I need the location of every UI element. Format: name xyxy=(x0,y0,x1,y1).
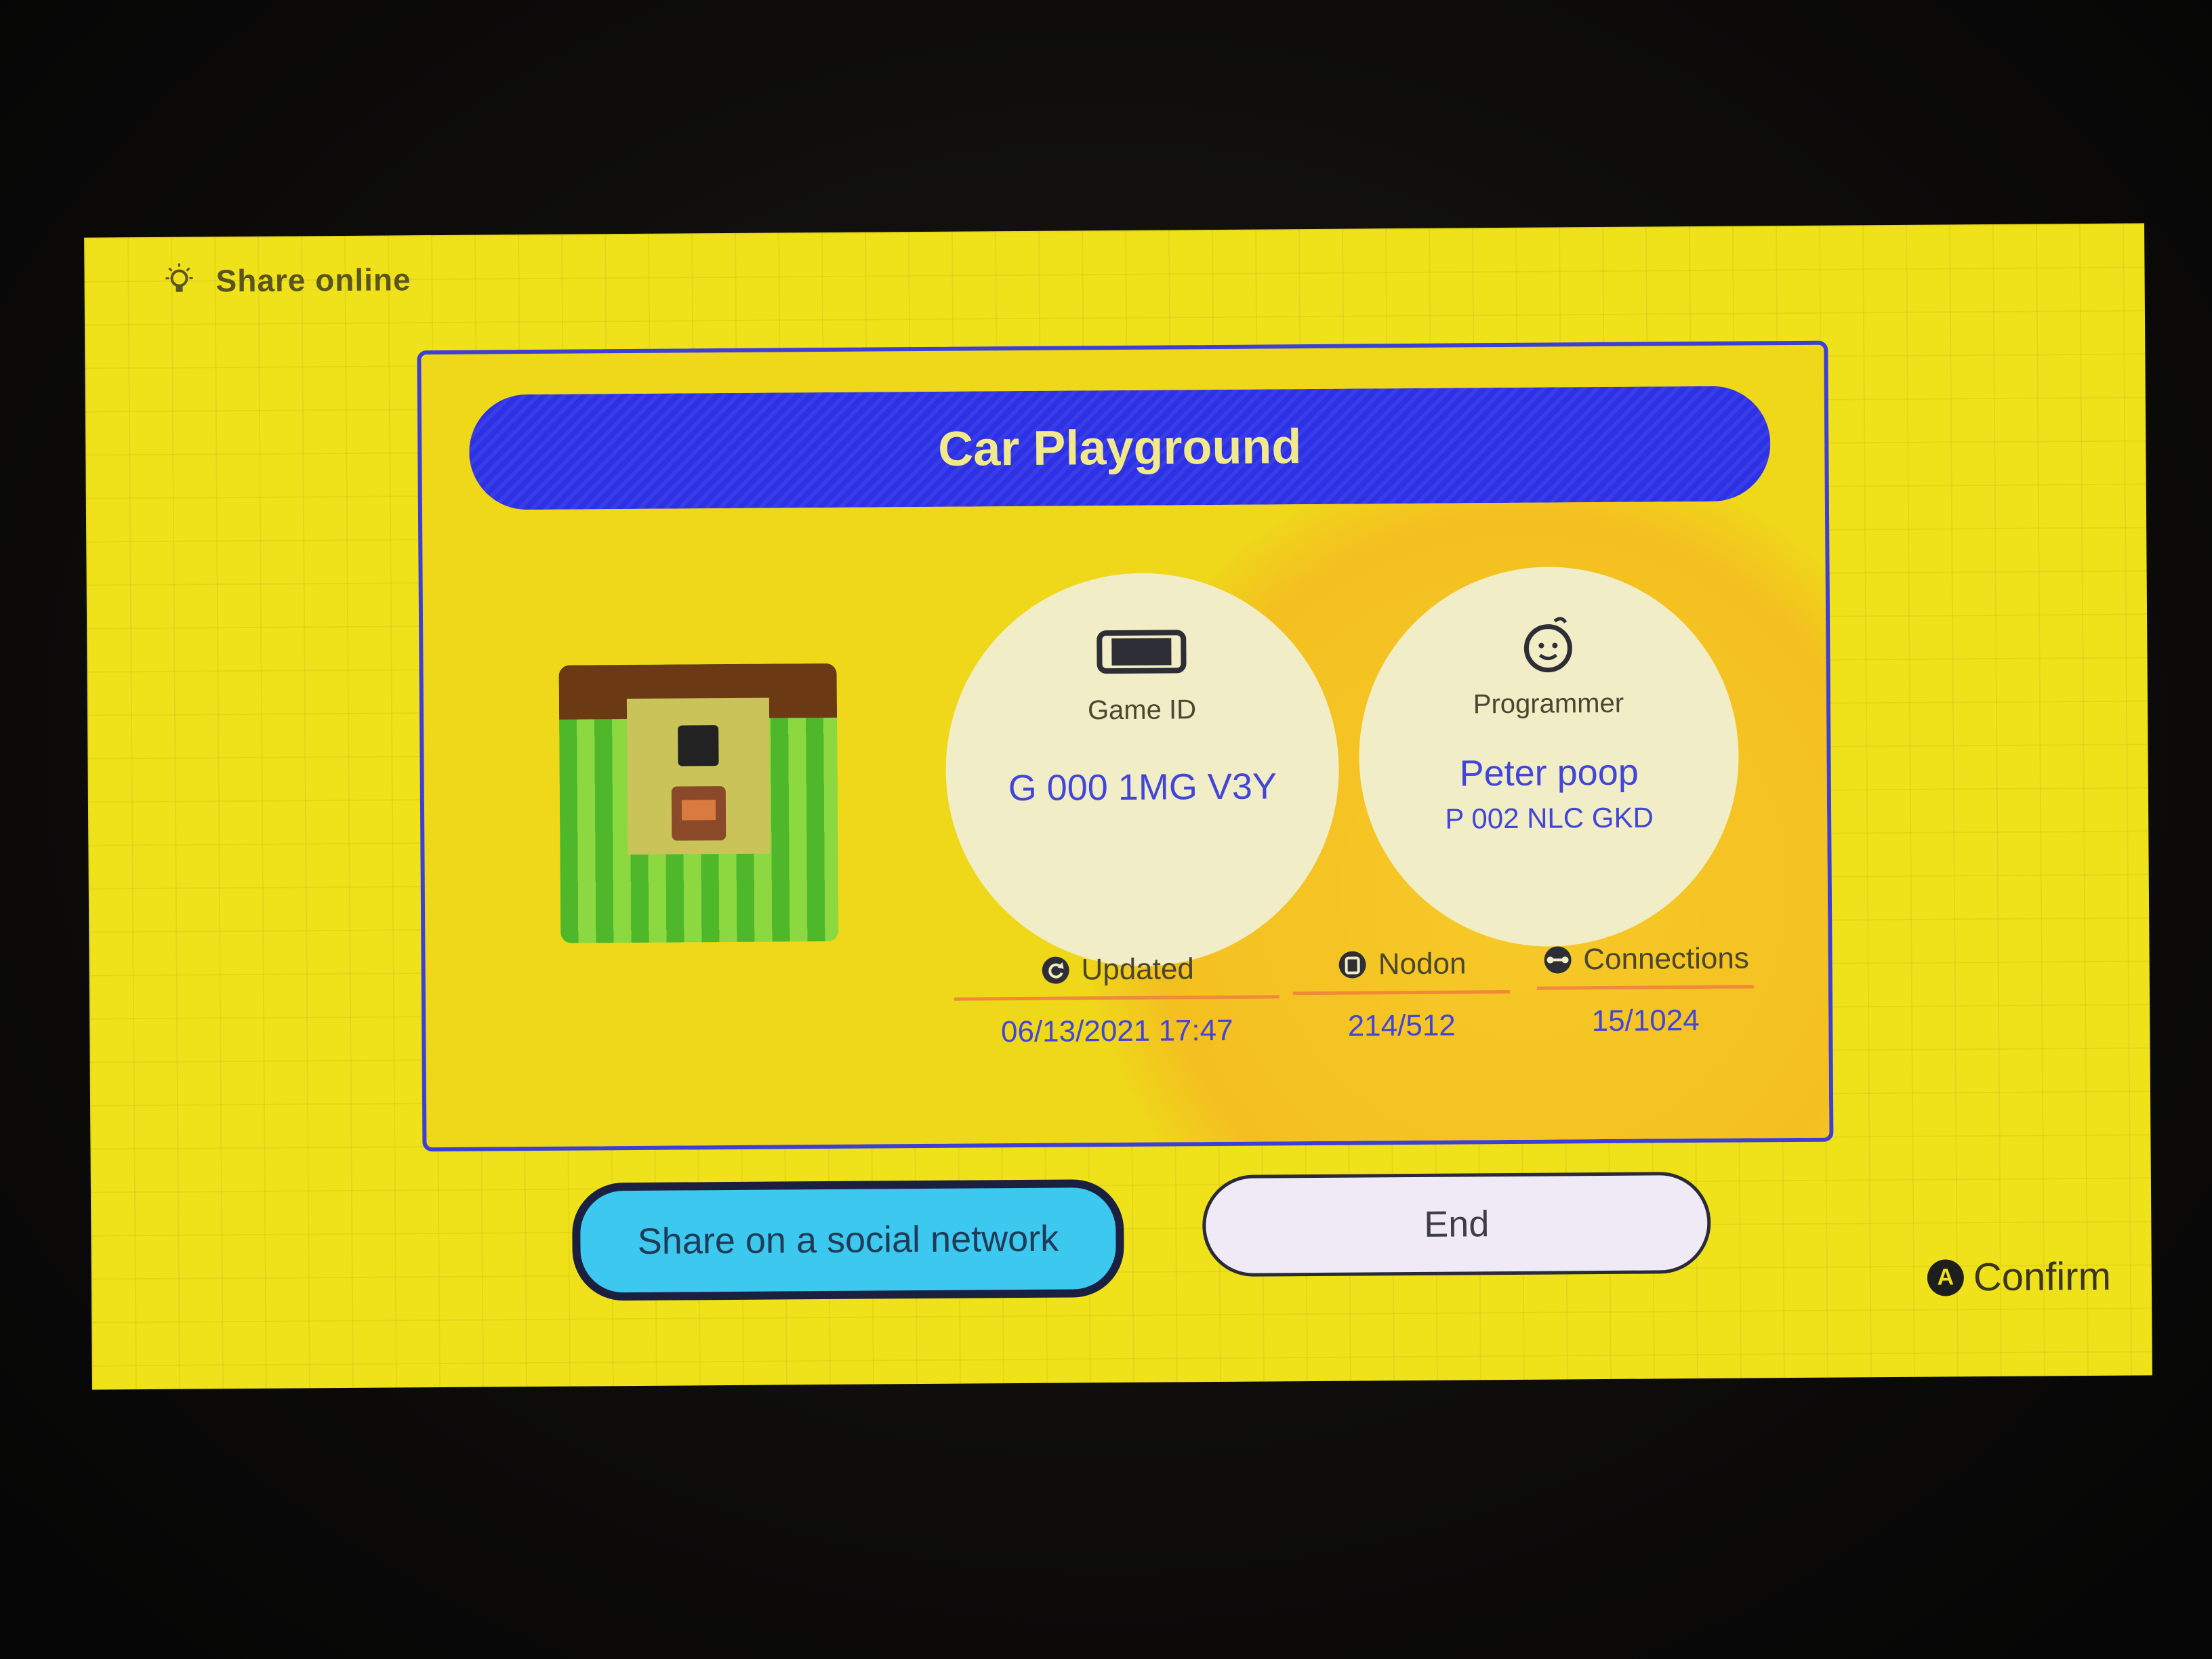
end-button[interactable]: End xyxy=(1202,1171,1711,1277)
updated-label: Updated xyxy=(1081,952,1195,987)
updated-stat: Updated 06/13/2021 17:47 xyxy=(954,951,1280,1049)
game-title: Car Playground xyxy=(937,419,1302,476)
game-id-label: Game ID xyxy=(1087,695,1197,726)
nodon-icon xyxy=(1338,951,1366,979)
share-social-button[interactable]: Share on a social network xyxy=(571,1179,1125,1301)
nodon-stat: Nodon 214/512 xyxy=(1292,946,1510,1044)
programmer-face-icon xyxy=(1523,617,1572,673)
game-thumbnail xyxy=(558,663,839,943)
connections-stat: Connections 15/1024 xyxy=(1536,941,1754,1038)
programmer-card: Programmer Peter poop P 002 NLC GKD xyxy=(1357,565,1740,948)
connections-value: 15/1024 xyxy=(1591,1004,1700,1038)
updated-value: 06/13/2021 17:47 xyxy=(1000,1013,1233,1049)
share-online-screen: Share online Car Playground Game ID G 00… xyxy=(84,223,2152,1390)
confirm-hint[interactable]: A Confirm xyxy=(1927,1254,2111,1300)
game-title-bar: Car Playground xyxy=(468,386,1771,510)
programmer-name: Peter poop xyxy=(1459,752,1639,794)
lightbulb-icon xyxy=(165,263,193,292)
programmer-label: Programmer xyxy=(1473,688,1624,720)
game-info-panel: Car Playground Game ID G 000 1MG V3Y Pro… xyxy=(417,340,1834,1152)
nodon-label: Nodon xyxy=(1378,947,1467,981)
console-icon xyxy=(1097,630,1187,674)
refresh-icon xyxy=(1042,956,1069,984)
programmer-id: P 002 NLC GKD xyxy=(1445,801,1654,835)
screen-title: Share online xyxy=(216,262,411,299)
confirm-label: Confirm xyxy=(1973,1254,2112,1300)
a-button-icon: A xyxy=(1927,1258,1965,1296)
connections-icon xyxy=(1544,946,1572,974)
connections-label: Connections xyxy=(1583,941,1750,977)
nodon-value: 214/512 xyxy=(1347,1008,1456,1043)
game-id-value: G 000 1MG V3Y xyxy=(1008,766,1277,809)
game-id-card: Game ID G 000 1MG V3Y xyxy=(944,571,1340,968)
screen-header: Share online xyxy=(159,259,411,302)
